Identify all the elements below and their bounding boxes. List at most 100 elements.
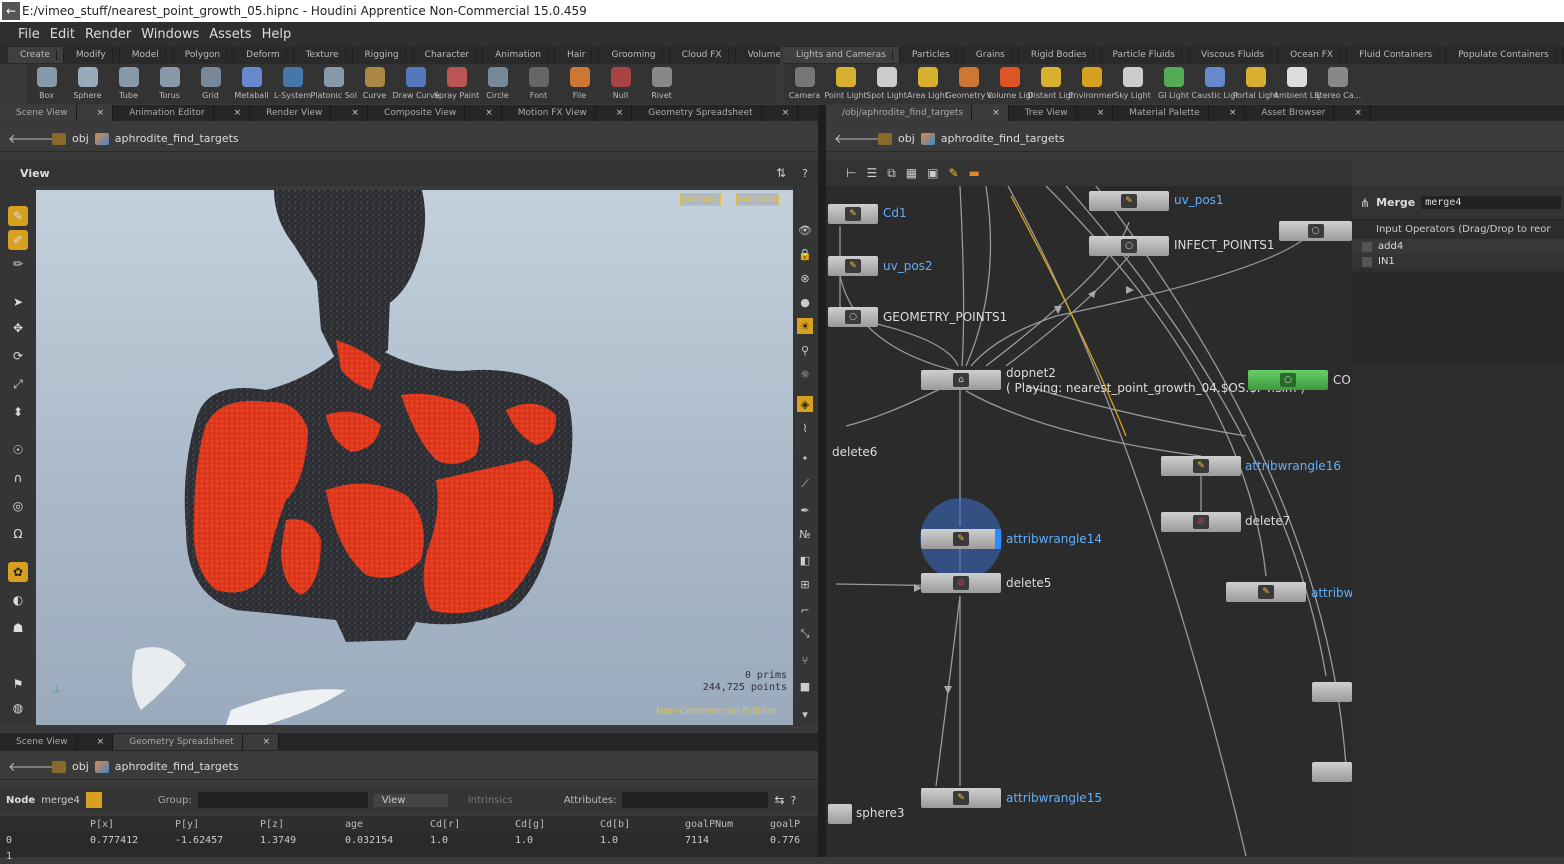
intrinsics-dropdown[interactable]: Intrinsics	[468, 795, 558, 806]
branch-icon[interactable]: ⑂	[797, 652, 813, 668]
image-icon[interactable]: ▣	[927, 166, 938, 180]
shelf-tool[interactable]: Portal Light	[1233, 64, 1278, 104]
node-sphere3[interactable]	[828, 804, 852, 824]
shelf-tool[interactable]: Area Light	[907, 64, 948, 104]
left-pane-tab[interactable]: Geometry Spreadsheet ×	[632, 105, 799, 121]
drag-handle-icon[interactable]	[1362, 256, 1372, 267]
node-value[interactable]: merge4	[41, 795, 80, 806]
list-icon[interactable]: ☰	[866, 166, 877, 180]
right-pane-tab[interactable]: /obj/aphrodite_find_targets ×	[826, 105, 1009, 121]
left-pane-tab[interactable]: Scene View ×	[0, 105, 114, 121]
close-tab-icon[interactable]: ×	[97, 734, 105, 750]
node-label-attribwrangle16[interactable]: attribwrangle16	[1245, 459, 1341, 473]
light-icon[interactable]: ☀	[797, 318, 813, 334]
shelf-tool[interactable]: Spot Light	[866, 64, 907, 104]
shelf-tool[interactable]: L-System	[272, 64, 313, 104]
shelf-tool[interactable]: Sky Light	[1112, 64, 1153, 104]
link-icon[interactable]: ⇆	[774, 793, 784, 807]
node-label-co[interactable]: CO	[1333, 373, 1351, 387]
shelf-tab[interactable]: Populate Containers	[1446, 47, 1563, 63]
shelf-tab[interactable]: Volume	[736, 47, 780, 63]
back-arrow-icon[interactable]: ←	[2, 2, 20, 20]
shelf-tool[interactable]: Metaball	[231, 64, 272, 104]
display-icon[interactable]: ◈	[797, 396, 813, 412]
help-icon[interactable]: ?	[802, 167, 808, 180]
shelf-tool[interactable]: Stereo Ca...	[1315, 64, 1361, 104]
shelf-tool[interactable]: Circle	[477, 64, 518, 104]
node-label-attribwrangle15[interactable]: attribwrangle15	[1006, 791, 1102, 805]
move-icon[interactable]: ✥	[8, 318, 28, 338]
shelf-tool[interactable]: Rivet	[641, 64, 682, 104]
view-dropdown[interactable]: View	[373, 793, 448, 807]
pencil-icon[interactable]: ✏	[8, 254, 28, 274]
numbers-icon[interactable]: №	[797, 526, 813, 542]
snap-icon[interactable]: ◎	[8, 496, 28, 516]
grid-view-icon[interactable]: ▦	[906, 166, 917, 180]
left-pane-tab[interactable]: Composite View ×	[368, 105, 502, 121]
path-crumb-root[interactable]: obj	[52, 132, 89, 145]
shelf-tab[interactable]: Create	[8, 47, 64, 63]
forward-nav-icon[interactable]: 🡒	[30, 131, 65, 147]
sun-icon[interactable]: ☼	[797, 366, 813, 382]
shelf-tab[interactable]: Deform	[234, 47, 294, 63]
path-crumb-root[interactable]: obj	[52, 760, 89, 773]
camera-menu[interactable]: persp1	[680, 193, 721, 206]
shelf-tool[interactable]: Caustic Light	[1192, 64, 1238, 104]
path-crumb-node[interactable]: aphrodite_find_targets	[920, 132, 1065, 145]
magnet-snap-icon[interactable]: Ω	[8, 524, 28, 544]
node-uv-pos2[interactable]: ✎	[828, 256, 878, 276]
drag-handle-icon[interactable]	[1362, 241, 1372, 252]
scene-viewport[interactable]: persp1 no cam 0 prims 244,725 points Non…	[36, 190, 793, 725]
shelf-tab[interactable]: Lights and Cameras	[784, 47, 900, 63]
left-pane-tab[interactable]: Motion FX View ×	[502, 105, 633, 121]
shelf-tab[interactable]: Rigging	[353, 47, 413, 63]
rotate-icon[interactable]: ⟳	[8, 346, 28, 366]
node-label-dopnet2[interactable]: dopnet2	[1006, 366, 1056, 380]
node-geometry-points1[interactable]: ○	[828, 307, 878, 327]
forward-nav-icon[interactable]: 🡒	[856, 131, 891, 147]
shelf-tool[interactable]: Font	[518, 64, 559, 104]
node-label-delete6[interactable]: delete6	[832, 445, 877, 459]
shelf-tab[interactable]: Cloud FX	[670, 47, 736, 63]
shelf-tab[interactable]: Ocean FX	[1278, 47, 1348, 63]
column-header[interactable]: Cd[g]	[515, 819, 600, 830]
left-pane-tab[interactable]: Render View ×	[250, 105, 368, 121]
node-attribwrangle14[interactable]: ✎	[921, 529, 1001, 549]
shelf-tool[interactable]: GI Light	[1153, 64, 1194, 104]
handle-icon[interactable]: ⬍	[8, 402, 28, 422]
node-co[interactable]: ○	[1248, 370, 1328, 390]
shelf-tool[interactable]: Torus	[149, 64, 190, 104]
shelf-tab[interactable]: Animation	[483, 47, 555, 63]
column-header[interactable]: goalPNum	[685, 819, 770, 830]
node-label-sphere3[interactable]: sphere3	[856, 806, 905, 820]
column-header[interactable]: Cd[r]	[430, 819, 515, 830]
shelf-tab[interactable]: Polygon	[173, 47, 235, 63]
display-options-icon[interactable]: ⇅	[776, 166, 786, 180]
pointer-icon[interactable]: ➤	[8, 292, 28, 312]
scale-icon[interactable]: ⤢	[8, 374, 28, 394]
pin-node-icon[interactable]	[85, 792, 102, 808]
node-label-uv-pos2[interactable]: uv_pos2	[883, 259, 933, 273]
shelf-tool[interactable]: Volume Light	[987, 64, 1033, 104]
node-attribw[interactable]: ✎	[1226, 582, 1306, 602]
shelf-tool[interactable]: Curve	[354, 64, 395, 104]
back-nav-icon[interactable]: 🡐	[8, 759, 43, 775]
network-editor[interactable]: ✎ Cd1 ✎ uv_pos2 ○ GEOMETRY_POINTS1 ✎ uv_…	[826, 186, 1352, 857]
orbit-icon[interactable]: ◐	[8, 590, 28, 610]
tree-icon[interactable]: ⊢	[846, 166, 856, 180]
close-tab-icon[interactable]: ×	[234, 105, 242, 121]
brush-icon[interactable]: ✐	[8, 230, 28, 250]
help-icon[interactable]: ?	[791, 794, 797, 807]
shelf-tool[interactable]: Environmen...	[1069, 64, 1115, 104]
node-infect-points1[interactable]: ○	[1089, 236, 1169, 256]
shelf-tab[interactable]: Particles	[900, 47, 964, 63]
right-pane-tab[interactable]: Asset Browser ×	[1245, 105, 1371, 121]
node-attribwrangle15[interactable]: ✎	[921, 788, 1001, 808]
shelf-tool[interactable]: Ambient Lig...	[1274, 64, 1320, 104]
shelf-tool[interactable]: Grid	[190, 64, 231, 104]
layout-icon[interactable]: ⧉	[887, 166, 896, 181]
network-box-icon[interactable]: ▬	[969, 166, 980, 180]
shelf-tool[interactable]: Geometry L...	[946, 64, 992, 104]
menu-help[interactable]: Help	[258, 27, 296, 42]
close-tab-icon[interactable]: ×	[1097, 105, 1105, 121]
